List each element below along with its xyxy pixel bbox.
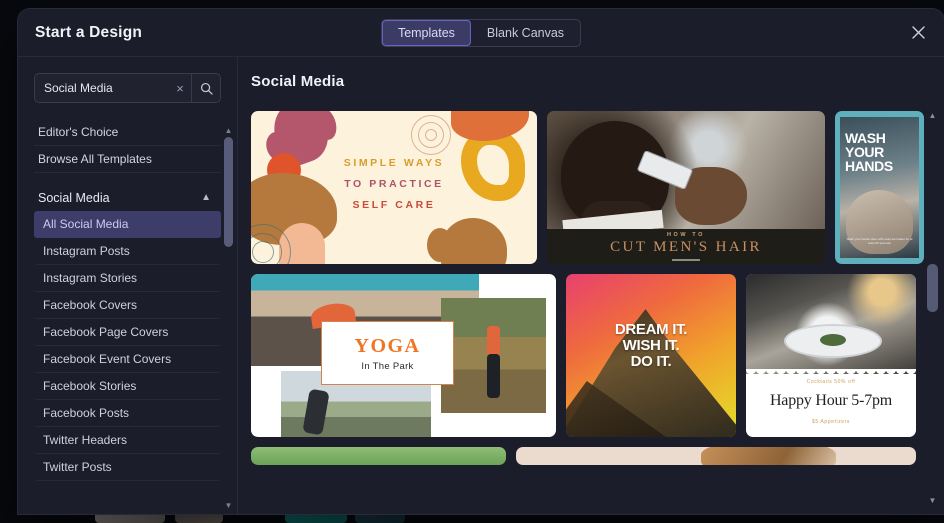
- scroll-up-icon[interactable]: ▲: [223, 125, 234, 135]
- sidebar-item-twitter-posts[interactable]: Twitter Posts: [34, 454, 221, 481]
- template-card-text: YOGA In The Park: [321, 321, 454, 385]
- sidebar-item-all-social-media[interactable]: All Social Media: [34, 211, 221, 238]
- template-card-text: WASH YOUR HANDS: [845, 131, 893, 173]
- gallery-scrollbar[interactable]: ▲ ▼: [926, 109, 939, 506]
- sidebar-item-instagram-posts[interactable]: Instagram Posts: [34, 238, 221, 265]
- template-text-line-3: HANDS: [845, 158, 893, 174]
- gallery-scroll-viewport: Podcast Creative Services for the Modern…: [251, 101, 944, 514]
- photo-subject-fur: [701, 447, 836, 465]
- template-caption-bar: HOW TO CUT MEN'S HAIR: [547, 229, 825, 264]
- template-card-dream-it[interactable]: DREAM IT. WISH IT. DO IT.: [566, 274, 736, 437]
- sidebar-item-facebook-event-covers[interactable]: Facebook Event Covers: [34, 346, 221, 373]
- template-text-line-2: YOUR: [845, 144, 884, 160]
- search-icon[interactable]: [191, 74, 220, 102]
- template-card-wash-hands[interactable]: WASH YOUR HANDS Wash your hands often wi…: [835, 111, 924, 264]
- photo-subject-figure: [487, 354, 500, 398]
- template-card-title: CUT MEN'S HAIR: [610, 239, 762, 256]
- template-card-title: YOGA: [354, 334, 421, 357]
- modal-body: × Editor's Choice Browse All Templates: [18, 57, 944, 514]
- sidebar: × Editor's Choice Browse All Templates: [18, 57, 238, 514]
- template-card-mens-hair[interactable]: HOW TO CUT MEN'S HAIR: [547, 111, 825, 264]
- template-text-line-2: WISH IT.: [622, 337, 680, 354]
- template-thumbnail-photo: [547, 111, 825, 241]
- template-card-footer: $5 Appetizers: [811, 419, 851, 425]
- decorative-blob: [427, 218, 507, 264]
- sidebar-item-editors-choice[interactable]: Editor's Choice: [34, 119, 221, 146]
- template-text-line-3: DO IT.: [630, 353, 672, 370]
- tab-blank-canvas[interactable]: Blank Canvas: [471, 20, 580, 46]
- mode-tab-group: Templates Blank Canvas: [380, 18, 582, 47]
- sidebar-item-instagram-stories[interactable]: Instagram Stories: [34, 265, 221, 292]
- sidebar-item-facebook-covers[interactable]: Facebook Covers: [34, 292, 221, 319]
- app-root: Start a Design Templates Blank Canvas ×: [0, 0, 944, 523]
- sidebar-section-social-media[interactable]: Social Media ▲: [34, 187, 221, 211]
- template-text-line-3: SELF CARE: [352, 199, 436, 211]
- template-card-self-care[interactable]: SIMPLE WAYS TO PRACTICE SELF CARE: [251, 111, 537, 264]
- clear-search-icon[interactable]: ×: [169, 74, 191, 102]
- template-card-cat[interactable]: [516, 447, 916, 465]
- decorative-rule: [672, 259, 700, 261]
- tab-templates[interactable]: Templates: [381, 19, 471, 46]
- decorative-blob: [451, 111, 529, 141]
- sidebar-section-label: Social Media: [38, 191, 110, 205]
- template-card-yoga[interactable]: YOGA In The Park: [251, 274, 556, 437]
- sidebar-item-facebook-page-covers[interactable]: Facebook Page Covers: [34, 319, 221, 346]
- search-input[interactable]: [35, 74, 169, 102]
- search-box: ×: [34, 73, 221, 103]
- gallery-scrollbar-thumb[interactable]: [927, 264, 938, 312]
- template-row: [251, 447, 920, 465]
- template-text-line-1: WASH: [845, 130, 886, 146]
- decorative-rings: [411, 115, 451, 155]
- template-card-title: Happy Hour 5-7pm: [769, 392, 893, 409]
- template-card-kicker: Cocktails 50% off: [806, 379, 856, 385]
- gallery-grid: Podcast Creative Services for the Modern…: [251, 101, 924, 465]
- photo-subject-figure: [487, 326, 500, 356]
- template-text-line-2: TO PRACTICE: [344, 178, 444, 190]
- template-row: YOGA In The Park DREAM IT. WISH IT. DO I…: [251, 274, 920, 437]
- sidebar-item-facebook-posts[interactable]: Facebook Posts: [34, 400, 221, 427]
- template-row: SIMPLE WAYS TO PRACTICE SELF CARE HOW TO…: [251, 111, 924, 264]
- sidebar-scrollbar-thumb[interactable]: [224, 137, 233, 247]
- template-card-text: DREAM IT. WISH IT. DO IT.: [566, 322, 736, 370]
- template-card-kicker: HOW TO: [666, 232, 706, 239]
- template-card-happy-hour[interactable]: Cocktails 50% off Happy Hour 5-7pm $5 Ap…: [746, 274, 916, 437]
- template-thumbnail-photo: [746, 274, 916, 374]
- template-card-text: Cocktails 50% off Happy Hour 5-7pm $5 Ap…: [746, 379, 916, 425]
- template-card-footnote: Wash your hands often with soap and wate…: [846, 237, 913, 245]
- sidebar-scroll-area: Editor's Choice Browse All Templates Soc…: [18, 119, 237, 514]
- template-text-line-1: DREAM IT.: [614, 321, 688, 338]
- sidebar-item-browse-all-templates[interactable]: Browse All Templates: [34, 146, 221, 173]
- photo-subject-food: [820, 334, 846, 346]
- template-gallery: Social Media Podcast: [238, 57, 944, 514]
- modal-header: Start a Design Templates Blank Canvas: [18, 9, 944, 57]
- scroll-down-icon[interactable]: ▼: [223, 500, 234, 510]
- close-icon[interactable]: [906, 21, 930, 45]
- sidebar-nav: Editor's Choice Browse All Templates Soc…: [18, 119, 237, 481]
- template-card-green[interactable]: [251, 447, 506, 465]
- chevron-up-icon[interactable]: ▲: [201, 193, 211, 203]
- sidebar-scrollbar[interactable]: ▲ ▼: [223, 125, 234, 510]
- template-card-text: SIMPLE WAYS TO PRACTICE SELF CARE: [251, 157, 537, 211]
- template-thumbnail-photo: WASH YOUR HANDS Wash your hands often wi…: [840, 117, 919, 258]
- gallery-heading: Social Media: [251, 73, 345, 90]
- scroll-down-icon[interactable]: ▼: [926, 494, 939, 506]
- template-card-subtitle: In The Park: [361, 360, 414, 372]
- start-a-design-modal: Start a Design Templates Blank Canvas ×: [18, 9, 944, 514]
- decorative-scallop-edge: [746, 369, 916, 379]
- sidebar-item-facebook-stories[interactable]: Facebook Stories: [34, 373, 221, 400]
- page-title: Start a Design: [35, 23, 143, 41]
- sidebar-item-twitter-headers[interactable]: Twitter Headers: [34, 427, 221, 454]
- template-text-line-1: SIMPLE WAYS: [343, 157, 445, 169]
- scroll-up-icon[interactable]: ▲: [926, 109, 939, 121]
